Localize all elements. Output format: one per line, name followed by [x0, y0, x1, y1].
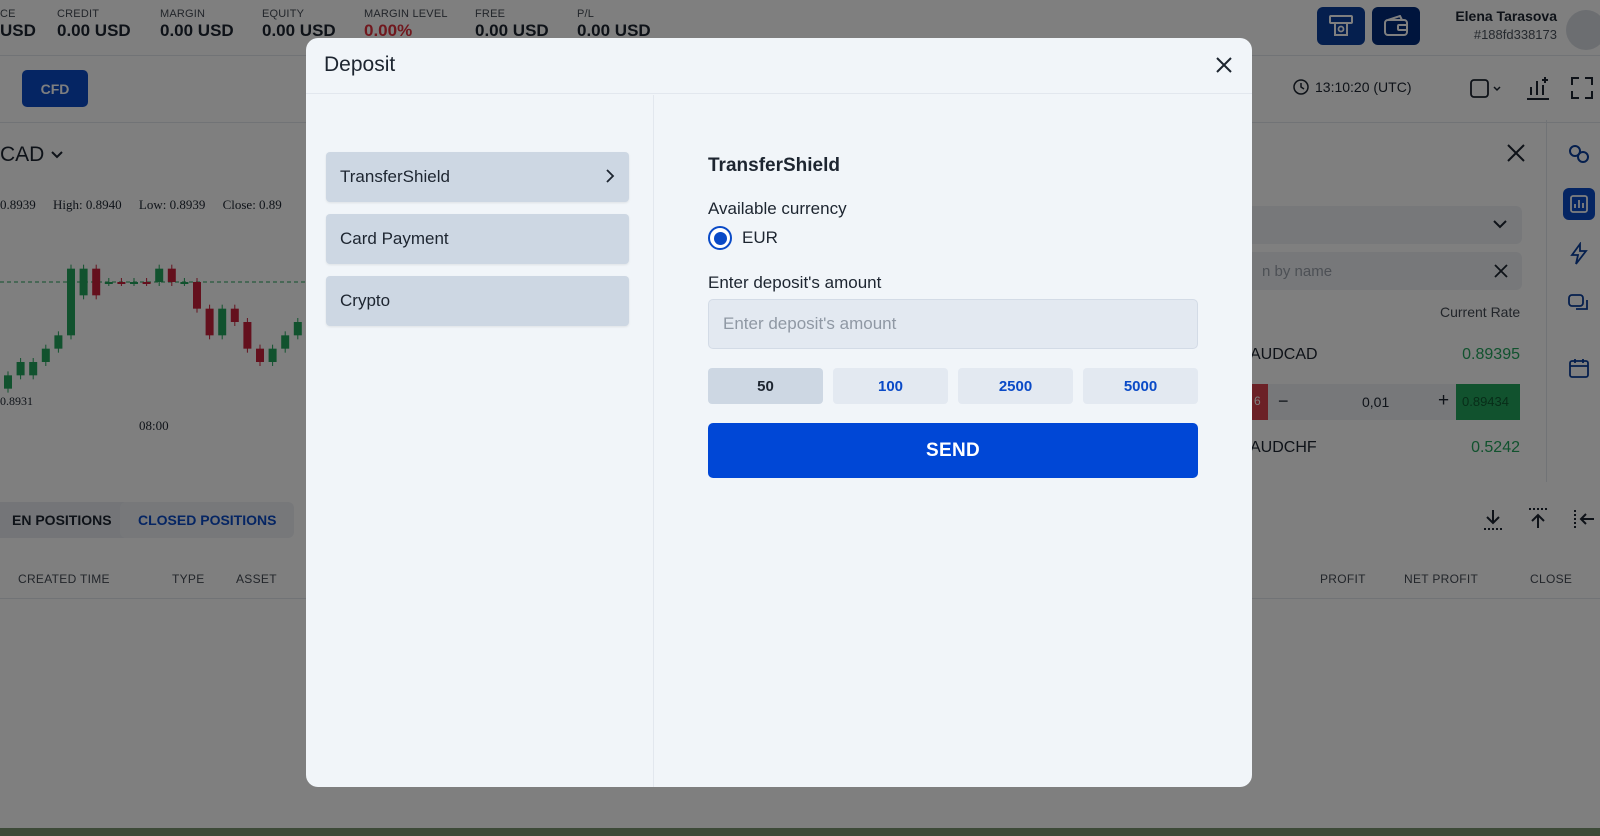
quick-amount-100[interactable]: 100 [833, 368, 948, 404]
amount-label: Enter deposit's amount [708, 273, 882, 292]
currency-option-label: EUR [742, 228, 778, 247]
provider-title: TransferShield [708, 155, 840, 176]
method-crypto[interactable]: Crypto [326, 276, 629, 326]
deposit-amount-input[interactable] [708, 299, 1198, 349]
modal-close-button[interactable] [1211, 52, 1237, 78]
close-icon [1216, 57, 1232, 73]
method-transfershield[interactable]: TransferShield [326, 152, 629, 202]
currency-label: Available currency [708, 199, 847, 218]
radio-selected-dot [713, 231, 727, 245]
method-label: Card Payment [340, 229, 449, 248]
method-card-payment[interactable]: Card Payment [326, 214, 629, 264]
quick-amount-2500[interactable]: 2500 [958, 368, 1073, 404]
radio-button[interactable] [708, 226, 732, 250]
chevron-right-icon [606, 169, 615, 183]
quick-amounts: 50 100 2500 5000 [708, 368, 1198, 404]
modal-header: Deposit [306, 38, 1252, 94]
quick-amount-50[interactable]: 50 [708, 368, 823, 404]
quick-amount-5000[interactable]: 5000 [1083, 368, 1198, 404]
send-button[interactable]: SEND [708, 423, 1198, 478]
method-label: Crypto [340, 291, 391, 310]
method-label: TransferShield [340, 167, 450, 186]
currency-radio-eur[interactable]: EUR [708, 226, 778, 250]
payment-methods-list: TransferShield Card Payment Crypto [306, 95, 654, 787]
taskbar-strip [0, 828, 1600, 836]
deposit-modal: Deposit TransferShield Card Payment Cryp… [306, 38, 1252, 787]
modal-title: Deposit [324, 53, 396, 76]
